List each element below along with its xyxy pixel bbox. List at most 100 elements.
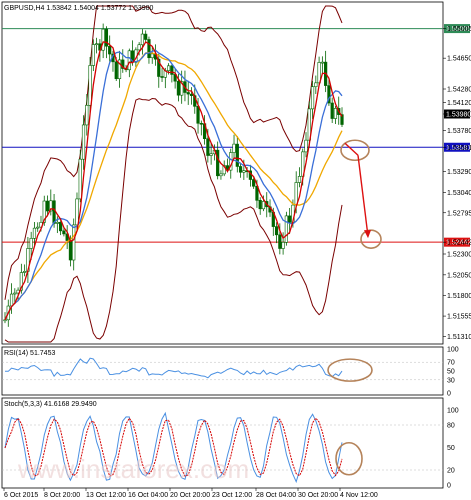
candle-body: [91, 44, 95, 66]
candle-body: [252, 179, 256, 187]
price-tick-label: 1.52050: [447, 272, 471, 279]
time-tick-label: 4 Nov 12:00: [340, 492, 378, 499]
price-tick-label: 1.52795: [447, 210, 471, 217]
candle-body: [274, 226, 279, 236]
candle-body: [127, 50, 131, 71]
candle-body: [88, 65, 92, 106]
projection-arrowhead: [364, 230, 371, 239]
rsi-tick-label: 70: [447, 360, 455, 367]
price-tick-label: 1.51310: [447, 334, 471, 341]
price-tick-label: 1.53581: [447, 145, 471, 152]
candle-body: [186, 92, 190, 95]
candle-body: [242, 170, 246, 173]
candle-body: [114, 61, 118, 80]
price-tick-label: 1.53040: [447, 190, 471, 197]
candle-body: [9, 293, 14, 307]
price-tick-label: 1.53290: [447, 169, 471, 176]
candlesticks: [3, 23, 344, 327]
rsi-tick-label: 50: [447, 369, 455, 376]
rsi-line: [4, 357, 343, 379]
price-tick-label: 1.54650: [447, 56, 471, 63]
time-tick-label: 30 Oct 20:00: [298, 492, 338, 499]
time-tick-label: 8 Oct 20:00: [44, 492, 80, 499]
trading-chart[interactable]: 1.55005 1.53581 1.52442 1.55005 1.54650 1.54…: [0, 0, 471, 500]
time-tick-label: 23 Oct 12:00: [212, 492, 252, 499]
candle-body: [68, 240, 73, 261]
candle-body: [310, 86, 315, 110]
candle-body: [3, 319, 7, 322]
candle-body: [196, 106, 200, 124]
current-price-label: 1.53980: [446, 112, 471, 119]
candle-body: [261, 201, 266, 210]
projection-line: [344, 142, 359, 156]
candle-body: [101, 28, 105, 51]
candle-body: [59, 221, 63, 232]
candle-body: [232, 143, 236, 153]
candle-body: [209, 153, 213, 156]
candle-body: [216, 149, 220, 177]
time-axis: 6 Oct 2015 8 Oct 20:00 13 Oct 12:00 16 Oct …: [3, 488, 378, 499]
chart-window[interactable]: 1.55005 1.53581 1.52442 1.55005 1.54650 1.54…: [0, 0, 471, 500]
candle-body: [137, 44, 141, 51]
candle-body: [150, 53, 154, 59]
projection-arrow-line: [357, 155, 369, 237]
candle-body: [206, 138, 210, 156]
candle-body: [75, 198, 79, 226]
main-panel-frame: [1, 1, 444, 345]
ma-fast-line: [4, 41, 343, 321]
candle-body: [23, 271, 27, 273]
candle-body: [320, 61, 324, 64]
bollinger-upper-line: [4, 5, 343, 300]
candle-body: [258, 200, 262, 210]
stoch-tick-label: 100: [447, 408, 459, 415]
time-tick-label: 16 Oct 04:00: [128, 492, 168, 499]
price-tick-label: 1.53780: [447, 128, 471, 135]
stoch-tick-label: 0: [447, 483, 451, 490]
candle-body: [144, 33, 148, 40]
analysis-annotations: [340, 139, 382, 249]
rsi-indicator: 100 70 5030 0: [2, 347, 459, 398]
ma-slow-line: [4, 51, 343, 321]
candle-body: [36, 226, 40, 229]
candle-body: [160, 76, 164, 78]
candle-body: [140, 33, 145, 46]
candle-body: [281, 242, 285, 249]
candle-body: [52, 200, 56, 224]
candle-body: [176, 80, 181, 96]
candle-body: [78, 158, 82, 200]
price-tick-label: 1.51555: [447, 314, 471, 321]
time-tick-label: 28 Oct 04:00: [256, 492, 296, 499]
candle-body: [170, 65, 174, 75]
price-tick-label: 1.52442: [447, 240, 471, 247]
candle-body: [13, 292, 17, 295]
candle-body: [199, 122, 203, 125]
candle-body: [284, 215, 288, 243]
candle-body: [108, 45, 112, 55]
candle-body: [304, 139, 308, 153]
candle-body: [288, 215, 292, 223]
price-axis: 1.55005 1.54650 1.54280 1.54120 1.53980 1.537…: [443, 26, 471, 341]
time-tick-label: 6 Oct 2015: [4, 492, 38, 499]
candle-body: [297, 176, 302, 183]
stoch-circle: [335, 441, 363, 476]
candle-body: [278, 234, 282, 249]
time-tick-label: 13 Oct 12:00: [86, 492, 126, 499]
time-tick-label: 20 Oct 20:00: [170, 492, 210, 499]
candle-body: [219, 173, 223, 177]
candle-body: [235, 143, 239, 167]
price-tick-label: 1.54280: [447, 87, 471, 94]
candle-body: [147, 39, 151, 59]
bollinger-bands: [4, 5, 343, 343]
candle-body: [85, 105, 89, 126]
candle-body: [238, 166, 243, 173]
stoch-tick-label: 20: [447, 468, 455, 475]
candle-body: [189, 93, 194, 96]
price-tick-label: 1.55005: [447, 26, 471, 33]
candle-body: [95, 43, 99, 46]
stoch-label: Stoch(5,3,3) 41.6168 29.9490: [4, 401, 97, 408]
rsi-tick-label: 0: [447, 391, 451, 398]
price-tick-label: 1.51800: [447, 293, 471, 300]
rsi-tick-label: 30: [447, 377, 455, 384]
candle-body: [81, 124, 86, 160]
moving-averages: [4, 41, 343, 321]
